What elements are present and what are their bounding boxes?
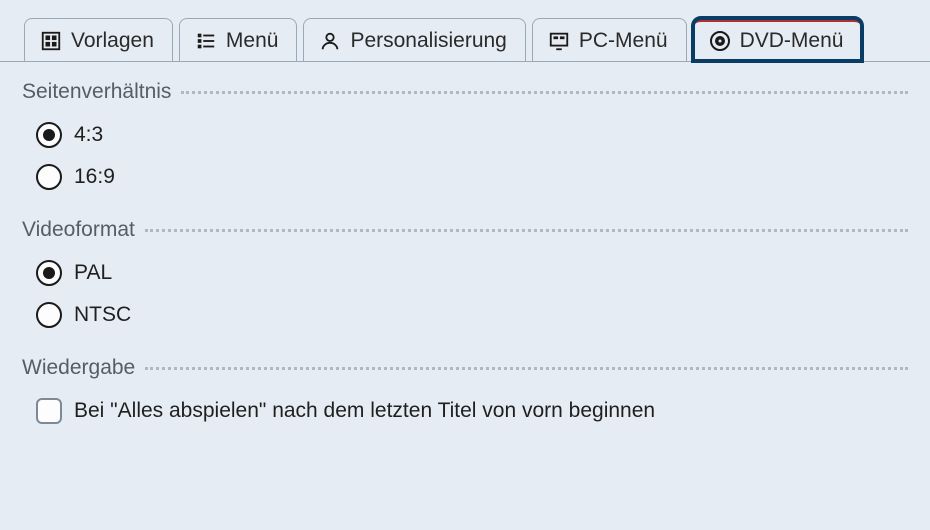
option-label: NTSC bbox=[74, 303, 131, 327]
section-header: Videoformat bbox=[22, 218, 908, 242]
radio-icon bbox=[36, 122, 62, 148]
person-icon bbox=[318, 29, 342, 53]
tab-dvd-menu[interactable]: DVD-Menü bbox=[693, 18, 863, 61]
playback-loop-checkbox[interactable]: Bei "Alles abspielen" nach dem letzten T… bbox=[36, 398, 908, 424]
tab-vorlagen[interactable]: Vorlagen bbox=[24, 18, 173, 61]
tab-label: Personalisierung bbox=[350, 29, 506, 53]
radio-icon bbox=[36, 164, 62, 190]
option-label: 4:3 bbox=[74, 123, 103, 147]
menu-list-icon bbox=[194, 29, 218, 53]
section-title: Seitenverhältnis bbox=[22, 80, 171, 104]
tab-pc-menu[interactable]: PC-Menü bbox=[532, 18, 687, 61]
tab-label: DVD-Menü bbox=[740, 29, 844, 53]
tab-label: PC-Menü bbox=[579, 29, 668, 53]
playback-section: Wiedergabe Bei "Alles abspielen" nach de… bbox=[22, 356, 908, 424]
divider-dots bbox=[145, 367, 908, 370]
content-panel: Seitenverhältnis 4:3 16:9 Videoformat PA… bbox=[0, 62, 930, 470]
videoformat-section: Videoformat PAL NTSC bbox=[22, 218, 908, 328]
checkbox-icon bbox=[36, 398, 62, 424]
tab-label: Menü bbox=[226, 29, 279, 53]
videoformat-option-pal[interactable]: PAL bbox=[36, 260, 908, 286]
tab-menu[interactable]: Menü bbox=[179, 18, 298, 61]
option-label: PAL bbox=[74, 261, 112, 285]
playback-options: Bei "Alles abspielen" nach dem letzten T… bbox=[22, 398, 908, 424]
radio-icon bbox=[36, 260, 62, 286]
tab-personalisierung[interactable]: Personalisierung bbox=[303, 18, 525, 61]
divider-dots bbox=[181, 91, 908, 94]
aspect-ratio-section: Seitenverhältnis 4:3 16:9 bbox=[22, 80, 908, 190]
aspect-options: 4:3 16:9 bbox=[22, 122, 908, 190]
disc-icon bbox=[708, 29, 732, 53]
aspect-option-16-9[interactable]: 16:9 bbox=[36, 164, 908, 190]
radio-icon bbox=[36, 302, 62, 328]
section-header: Seitenverhältnis bbox=[22, 80, 908, 104]
section-title: Wiedergabe bbox=[22, 356, 135, 380]
section-title: Videoformat bbox=[22, 218, 135, 242]
tab-label: Vorlagen bbox=[71, 29, 154, 53]
monitor-icon bbox=[547, 29, 571, 53]
divider-dots bbox=[145, 229, 908, 232]
aspect-option-4-3[interactable]: 4:3 bbox=[36, 122, 908, 148]
tab-bar: Vorlagen Menü Personalisierung bbox=[0, 0, 930, 62]
videoformat-option-ntsc[interactable]: NTSC bbox=[36, 302, 908, 328]
option-label: Bei "Alles abspielen" nach dem letzten T… bbox=[74, 399, 655, 423]
option-label: 16:9 bbox=[74, 165, 115, 189]
section-header: Wiedergabe bbox=[22, 356, 908, 380]
videoformat-options: PAL NTSC bbox=[22, 260, 908, 328]
templates-icon bbox=[39, 29, 63, 53]
